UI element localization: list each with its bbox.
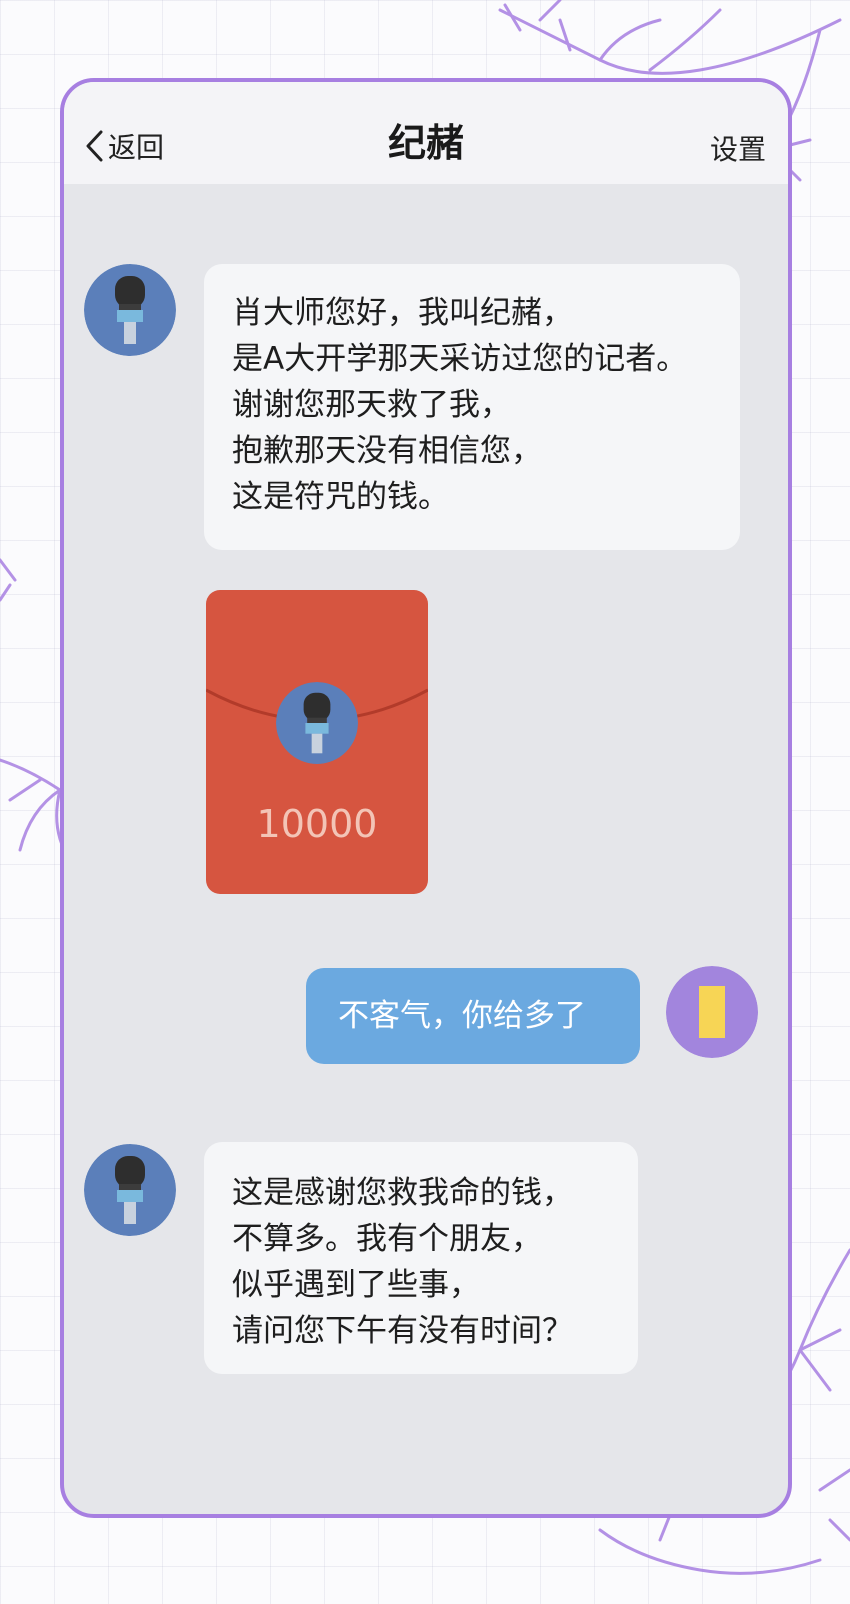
- message-text-line: 不客气，你给多了: [338, 998, 586, 1034]
- chat-title: 纪赭: [387, 121, 464, 165]
- master-avatar[interactable]: [666, 966, 758, 1058]
- incoming-message-bubble: 肖大师您好，我叫纪赭， 是A大开学那天采访过您的记者。 谢谢您那天救了我， 抱歉…: [204, 264, 740, 550]
- red-packet-amount: 10000: [256, 802, 378, 846]
- message-text-line: 这是感谢您救我命的钱，: [232, 1175, 573, 1211]
- reporter-avatar-icon: [84, 1144, 176, 1236]
- message-text-line: 是A大开学那天采访过您的记者。: [232, 341, 688, 377]
- reporter-avatar-icon: [84, 264, 176, 356]
- reporter-avatar[interactable]: [84, 1144, 176, 1236]
- master-avatar-icon: [666, 966, 758, 1058]
- message-text-line: 抱歉那天没有相信您，: [232, 433, 542, 469]
- message-text-line: 请问您下午有没有时间？: [232, 1313, 573, 1349]
- message-text-line: 这是符咒的钱。: [232, 479, 449, 515]
- message-text-line: 不算多。我有个朋友，: [232, 1221, 542, 1257]
- incoming-message-bubble: 这是感谢您救我命的钱， 不算多。我有个朋友， 似乎遇到了些事， 请问您下午有没有…: [204, 1142, 638, 1374]
- red-packet-sender-avatar: [276, 682, 358, 764]
- red-packet-message[interactable]: 10000: [206, 590, 428, 894]
- message-text-line: 肖大师您好，我叫纪赭，: [232, 295, 573, 331]
- message-text-line: 似乎遇到了些事，: [232, 1267, 480, 1303]
- chat-window: 返回 纪赭 设置 肖大师您好，我叫纪赭， 是A大开学那天采访过您的记者。 谢谢您…: [60, 78, 792, 1518]
- settings-button[interactable]: 设置: [710, 128, 766, 168]
- chat-header: 返回 纪赭 设置: [64, 82, 788, 184]
- message-text-line: 谢谢您那天救了我，: [232, 387, 511, 423]
- reporter-avatar-icon: [276, 682, 358, 764]
- reporter-avatar[interactable]: [84, 264, 176, 356]
- outgoing-message-bubble: 不客气，你给多了: [306, 968, 640, 1064]
